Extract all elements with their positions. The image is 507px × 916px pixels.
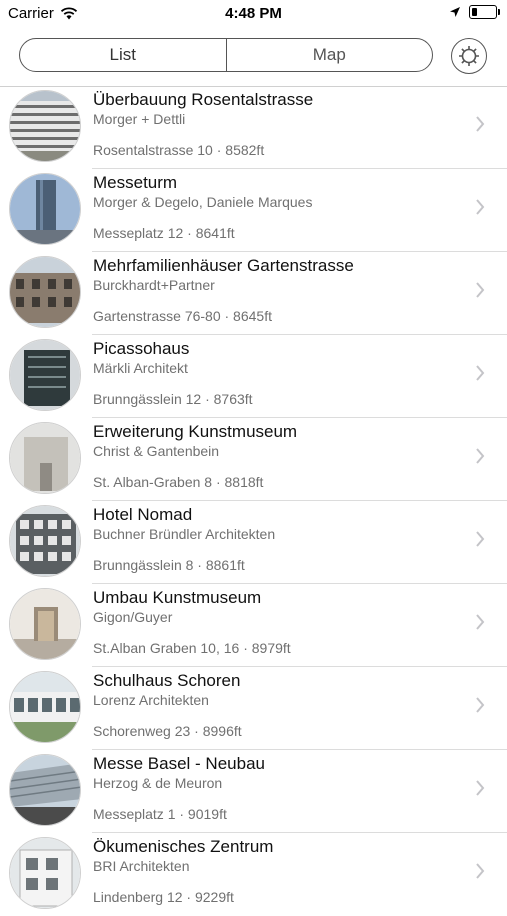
nav-bar: List Map [0, 30, 507, 87]
building-address: Brunngässlein 8 · 8861ft [93, 557, 245, 573]
tab-map[interactable]: Map [225, 39, 433, 71]
building-address: Messeplatz 1 · 9019ft [93, 806, 227, 822]
building-thumbnail [9, 422, 81, 494]
building-address: Gartenstrasse 76-80 · 8645ft [93, 308, 272, 324]
list-item[interactable]: Ökumenisches Zentrum BRI Architekten Lin… [0, 833, 507, 916]
status-bar: Carrier 4:48 PM [0, 0, 507, 30]
list-item[interactable]: Messeturm Morger & Degelo, Daniele Marqu… [0, 169, 507, 252]
chevron-right-icon [476, 365, 485, 381]
list-item[interactable]: Mehrfamilienhäuser Gartenstrasse Burckha… [0, 252, 507, 335]
building-thumbnail [9, 671, 81, 743]
list-item[interactable]: Messe Basel - Neubau Herzog & de Meuron … [0, 750, 507, 833]
building-title: Umbau Kunstmuseum [93, 588, 262, 607]
list-item[interactable]: Umbau Kunstmuseum Gigon/Guyer St.Alban G… [0, 584, 507, 667]
building-address: St.Alban Graben 10, 16 · 8979ft [93, 640, 291, 656]
building-thumbnail [9, 505, 81, 577]
building-address: Messeplatz 12 · 8641ft [93, 225, 235, 241]
building-architect: Herzog & de Meuron [93, 775, 223, 791]
tab-list[interactable]: List [20, 39, 226, 71]
list-item[interactable]: Schulhaus Schoren Lorenz Architekten Sch… [0, 667, 507, 750]
building-architect: BRI Architekten [93, 858, 190, 874]
building-architect: Märkli Architekt [93, 360, 188, 376]
building-architect: Christ & Gantenbein [93, 443, 220, 459]
building-thumbnail [9, 754, 81, 826]
chevron-right-icon [476, 448, 485, 464]
status-time: 4:48 PM [225, 5, 282, 22]
building-architect: Morger & Degelo, Daniele Marques [93, 194, 313, 210]
building-thumbnail [9, 173, 81, 245]
status-right [449, 5, 500, 19]
building-title: Ökumenisches Zentrum [93, 837, 274, 856]
building-title: Mehrfamilienhäuser Gartenstrasse [93, 256, 354, 275]
chevron-right-icon [476, 863, 485, 879]
building-title: Erweiterung Kunstmuseum [93, 422, 298, 441]
view-switcher: List Map [19, 38, 433, 72]
building-architect: Burckhardt+Partner [93, 277, 215, 293]
building-title: Messe Basel - Neubau [93, 754, 265, 773]
location-arrow-icon [450, 7, 460, 17]
chevron-right-icon [476, 282, 485, 298]
building-thumbnail [9, 837, 81, 909]
chevron-right-icon [476, 614, 485, 630]
list-item[interactable]: Picassohaus Märkli Architekt Brunngässle… [0, 335, 507, 418]
building-address: Schorenweg 23 · 8996ft [93, 723, 242, 739]
chevron-right-icon [476, 697, 485, 713]
building-thumbnail [9, 339, 81, 411]
battery-icon [469, 5, 500, 19]
building-title: Schulhaus Schoren [93, 671, 241, 690]
chevron-right-icon [476, 199, 485, 215]
settings-button[interactable] [451, 38, 487, 74]
building-list: Überbauung Rosentalstrasse Morger + Dett… [0, 86, 507, 916]
list-item[interactable]: Hotel Nomad Buchner Bründler Architekten… [0, 501, 507, 584]
building-thumbnail [9, 588, 81, 660]
building-title: Hotel Nomad [93, 505, 193, 524]
list-item[interactable]: Überbauung Rosentalstrasse Morger + Dett… [0, 86, 507, 169]
building-thumbnail [9, 90, 81, 162]
building-title: Picassohaus [93, 339, 190, 358]
building-title: Überbauung Rosentalstrasse [93, 90, 314, 109]
chevron-right-icon [476, 531, 485, 547]
chevron-right-icon [476, 780, 485, 796]
building-title: Messeturm [93, 173, 178, 192]
building-architect: Buchner Bründler Architekten [93, 526, 276, 542]
building-address: Rosentalstrasse 10 · 8582ft [93, 142, 265, 158]
gear-icon [459, 46, 479, 66]
building-architect: Gigon/Guyer [93, 609, 173, 625]
building-address: Lindenberg 12 · 9229ft [93, 889, 234, 905]
list-item[interactable]: Erweiterung Kunstmuseum Christ & Gantenb… [0, 418, 507, 501]
building-architect: Lorenz Architekten [93, 692, 209, 708]
chevron-right-icon [476, 116, 485, 132]
building-address: St. Alban-Graben 8 · 8818ft [93, 474, 264, 490]
building-address: Brunngässlein 12 · 8763ft [93, 391, 253, 407]
building-thumbnail [9, 256, 81, 328]
building-architect: Morger + Dettli [93, 111, 186, 127]
